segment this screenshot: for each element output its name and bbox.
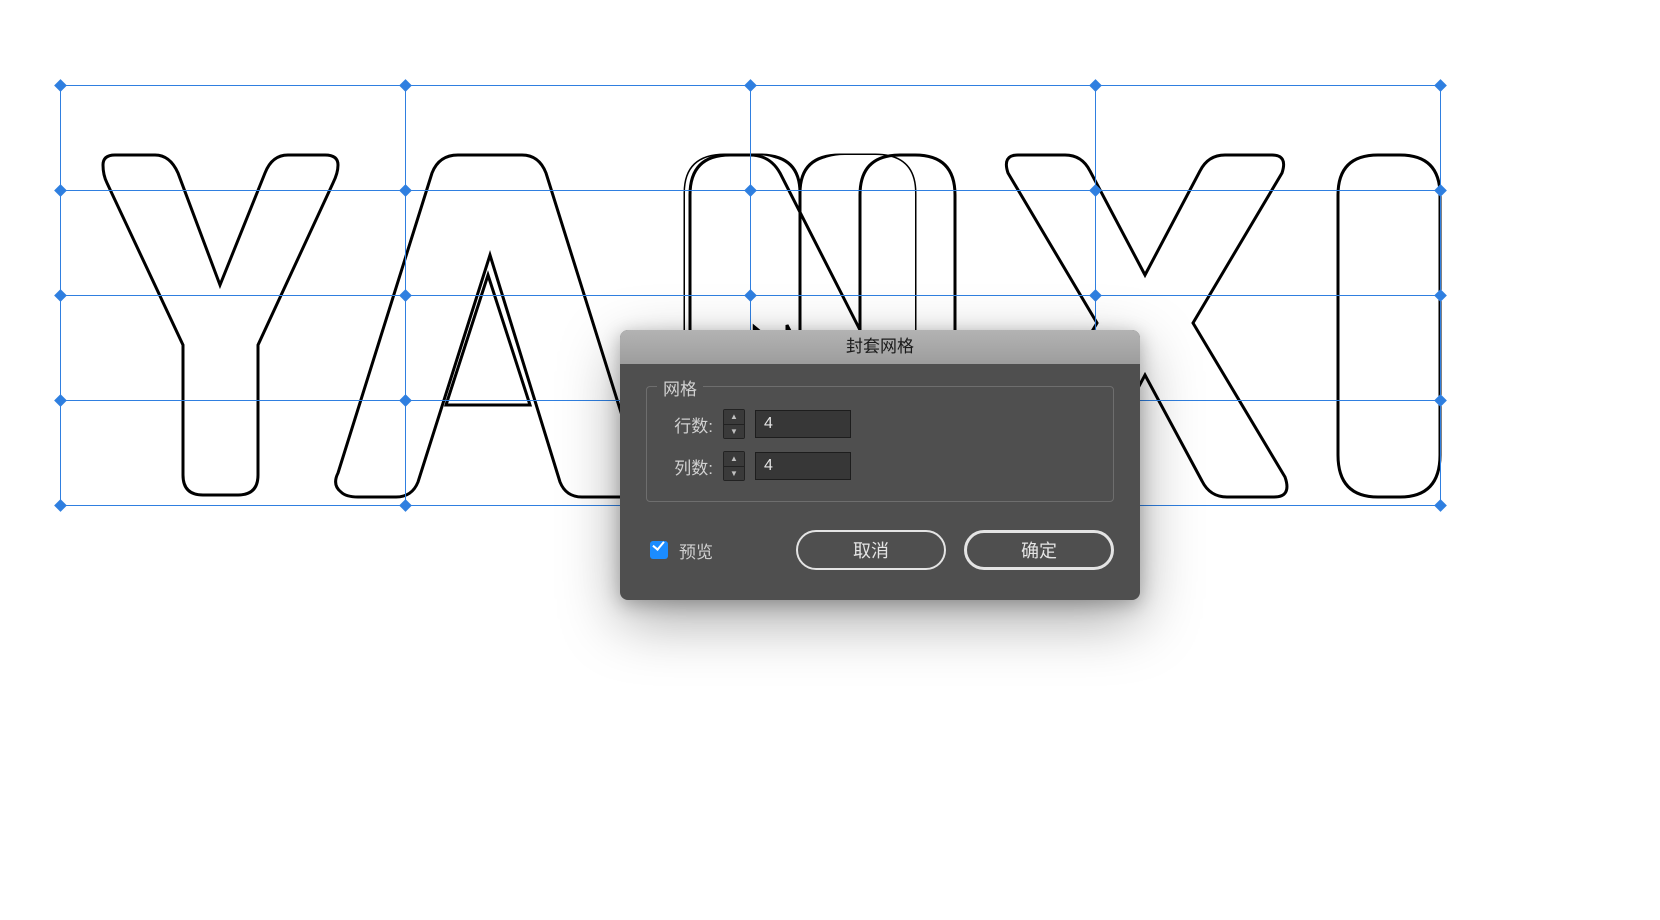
mesh-anchor[interactable] <box>54 79 67 92</box>
ok-button[interactable]: 确定 <box>964 530 1114 570</box>
envelope-mesh-dialog: 封套网格 网格 行数: ▲ ▼ 列数: ▲ ▼ <box>620 330 1140 600</box>
rows-step-up-icon[interactable]: ▲ <box>724 410 744 424</box>
mesh-anchor[interactable] <box>744 79 757 92</box>
mesh-anchor[interactable] <box>744 289 757 302</box>
mesh-anchor[interactable] <box>399 499 412 512</box>
mesh-anchor[interactable] <box>54 289 67 302</box>
rows-stepper[interactable]: ▲ ▼ <box>723 409 745 439</box>
mesh-anchor[interactable] <box>1434 394 1447 407</box>
illustrator-canvas[interactable]: 封套网格 网格 行数: ▲ ▼ 列数: ▲ ▼ <box>0 0 1660 920</box>
cols-label: 列数: <box>665 454 713 479</box>
cols-stepper[interactable]: ▲ ▼ <box>723 451 745 481</box>
mesh-anchor[interactable] <box>1434 499 1447 512</box>
mesh-anchor[interactable] <box>1434 289 1447 302</box>
mesh-anchor[interactable] <box>1089 184 1102 197</box>
mesh-anchor[interactable] <box>1089 79 1102 92</box>
group-label: 网格 <box>657 375 703 400</box>
preview-checkbox-input[interactable] <box>650 541 668 559</box>
mesh-anchor[interactable] <box>399 394 412 407</box>
mesh-anchor[interactable] <box>1089 289 1102 302</box>
cols-step-up-icon[interactable]: ▲ <box>724 452 744 466</box>
mesh-anchor[interactable] <box>54 184 67 197</box>
mesh-anchor[interactable] <box>1434 79 1447 92</box>
rows-step-down-icon[interactable]: ▼ <box>724 424 744 438</box>
preview-checkbox[interactable]: 预览 <box>646 538 713 563</box>
mesh-anchor[interactable] <box>1434 184 1447 197</box>
dialog-title: 封套网格 <box>620 330 1140 364</box>
mesh-anchor[interactable] <box>744 184 757 197</box>
mesh-anchor[interactable] <box>54 499 67 512</box>
cols-field: 列数: ▲ ▼ <box>665 451 1095 481</box>
cols-step-down-icon[interactable]: ▼ <box>724 466 744 480</box>
mesh-anchor[interactable] <box>54 394 67 407</box>
rows-field: 行数: ▲ ▼ <box>665 409 1095 439</box>
cancel-button[interactable]: 取消 <box>796 530 946 570</box>
mesh-anchor[interactable] <box>399 79 412 92</box>
preview-label: 预览 <box>679 538 713 563</box>
rows-label: 行数: <box>665 412 713 437</box>
mesh-anchor[interactable] <box>399 289 412 302</box>
rows-input[interactable] <box>755 410 851 438</box>
mesh-anchor[interactable] <box>399 184 412 197</box>
cols-input[interactable] <box>755 452 851 480</box>
mesh-options-group: 网格 行数: ▲ ▼ 列数: ▲ ▼ <box>646 386 1114 502</box>
